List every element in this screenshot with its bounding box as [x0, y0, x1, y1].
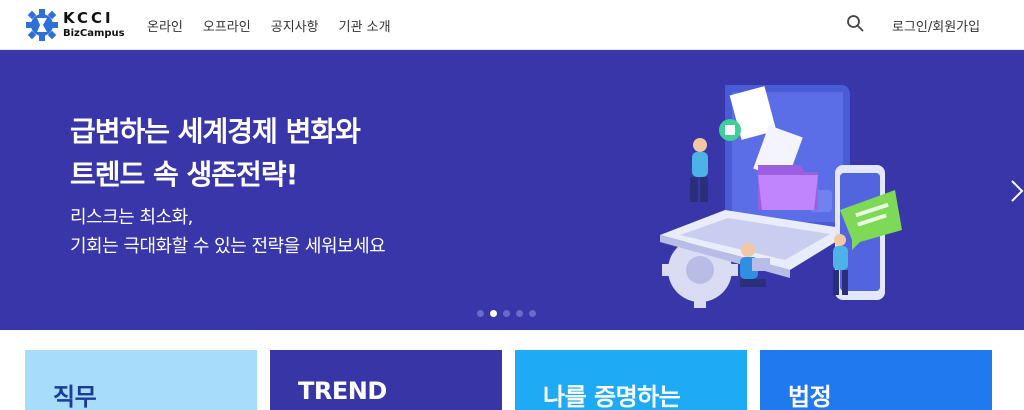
nav-about[interactable]: 기관 소개 — [339, 16, 391, 35]
kcci-logo-icon — [26, 9, 58, 41]
card-statutory[interactable]: 법정 — [760, 350, 992, 410]
site-header: KCCI BizCampus 온라인 오프라인 공지사항 기관 소개 로그인/회… — [0, 0, 1024, 50]
card-statutory-label: 법정 — [788, 383, 832, 410]
category-cards: 직무 TREND 나를 증명하는 법정 — [25, 350, 999, 410]
card-prove-myself[interactable]: 나를 증명하는 — [515, 350, 747, 410]
slide-dot-1[interactable] — [477, 310, 484, 317]
card-trend-label: TREND — [298, 377, 387, 405]
logo-text-kcci: KCCI — [63, 9, 114, 27]
nav-online[interactable]: 온라인 — [147, 16, 183, 35]
hero-banner[interactable]: 급변하는 세계경제 변화와 트렌드 속 생존전략! 리스크는 최소화, 기회는 … — [0, 50, 1024, 330]
card-trend[interactable]: TREND — [270, 350, 502, 410]
hero-subtitle-line1: 리스크는 최소화, — [70, 207, 193, 228]
slide-dot-5[interactable] — [529, 310, 536, 317]
main-nav: 온라인 오프라인 공지사항 기관 소개 — [147, 0, 411, 50]
slide-dot-3[interactable] — [503, 310, 510, 317]
hero-title: 급변하는 세계경제 변화와 트렌드 속 생존전략! — [70, 110, 361, 196]
hero-subtitle-line2: 기회는 극대화할 수 있는 전략을 세워보세요 — [70, 236, 386, 257]
slide-dot-2[interactable] — [490, 310, 497, 317]
laptop-illustration — [660, 85, 902, 308]
hero-title-line1: 급변하는 세계경제 변화와 — [70, 115, 361, 148]
logo-text-bizcampus: BizCampus — [63, 28, 125, 39]
slide-dot-4[interactable] — [516, 310, 523, 317]
search-icon[interactable] — [846, 14, 864, 32]
slide-indicators — [477, 310, 536, 317]
nav-notice[interactable]: 공지사항 — [271, 16, 319, 35]
hero-title-line2: 트렌드 속 생존전략! — [70, 158, 298, 191]
hero-subtitle: 리스크는 최소화, 기회는 극대화할 수 있는 전략을 세워보세요 — [70, 203, 386, 261]
logo[interactable]: KCCI BizCampus — [25, 6, 135, 44]
login-signup-link[interactable]: 로그인/회원가입 — [892, 0, 980, 50]
nav-offline[interactable]: 오프라인 — [203, 16, 251, 35]
card-prove-myself-label: 나를 증명하는 — [543, 383, 681, 410]
card-job-label: 직무 — [53, 383, 97, 410]
chevron-right-icon[interactable] — [1010, 178, 1024, 204]
card-job[interactable]: 직무 — [25, 350, 257, 410]
